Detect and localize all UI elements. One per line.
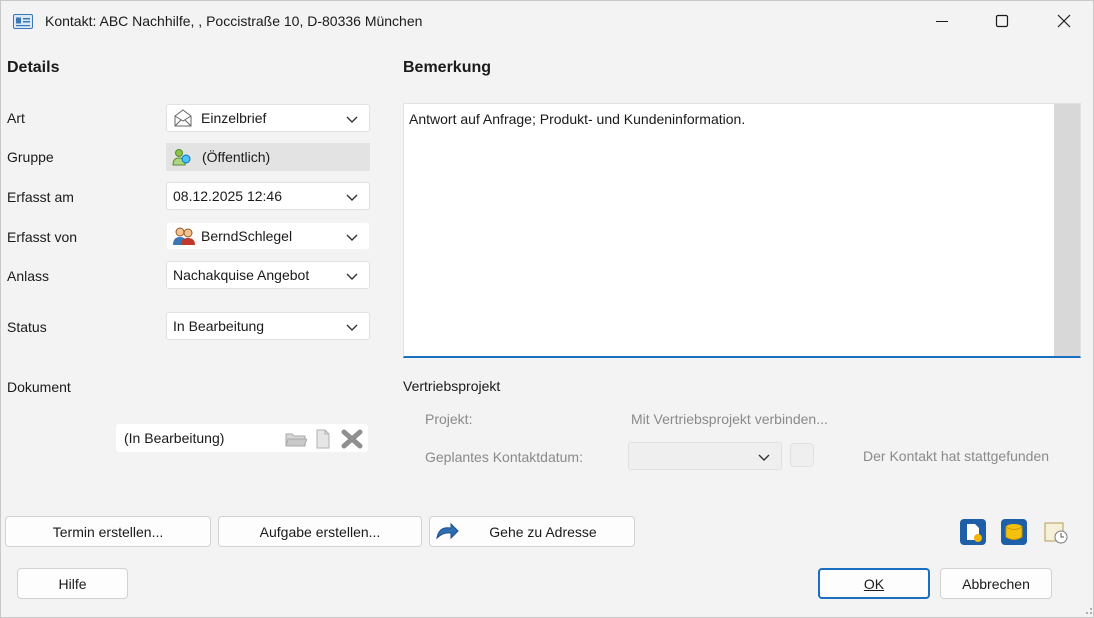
ok-button[interactable]: OK	[818, 568, 930, 599]
art-value: Einzelbrief	[201, 110, 267, 126]
maximize-button[interactable]	[979, 5, 1025, 37]
bemerkung-scrollbar[interactable]	[1054, 104, 1080, 356]
delete-icon[interactable]	[341, 429, 363, 449]
bemerkung-text: Antwort auf Anfrage; Produkt- und Kunden…	[409, 111, 746, 127]
aufgabe-erstellen-button[interactable]: Aufgabe erstellen...	[218, 516, 422, 547]
status-value: In Bearbeitung	[173, 318, 265, 334]
minimize-icon	[936, 21, 948, 22]
gruppe-value: (Öffentlich)	[202, 149, 271, 165]
maximize-icon	[995, 14, 1009, 28]
erfasst-am-label: Erfasst am	[7, 189, 74, 205]
calendar-clock-icon[interactable]	[1042, 518, 1070, 546]
resize-grip-icon[interactable]	[1083, 605, 1093, 615]
gehe-zu-adresse-label: Gehe zu Adresse	[489, 523, 597, 540]
termin-erstellen-button[interactable]: Termin erstellen...	[5, 516, 211, 547]
vertriebsprojekt-heading: Vertriebsprojekt	[403, 378, 501, 394]
chevron-down-icon	[346, 234, 358, 241]
document-icon[interactable]	[315, 429, 331, 449]
chevron-down-icon	[346, 116, 358, 123]
gruppe-field: (Öffentlich)	[166, 143, 370, 171]
minimize-button[interactable]	[919, 5, 965, 37]
erfasst-am-datepicker[interactable]: 08.12.2025 12:46	[166, 182, 370, 210]
anlass-label: Anlass	[7, 268, 50, 284]
kontaktdatum-checkbox[interactable]	[790, 443, 814, 467]
status-combobox[interactable]: In Bearbeitung	[166, 312, 370, 340]
dokument-value: (In Bearbeitung)	[124, 430, 225, 446]
abbrechen-button[interactable]: Abbrechen	[940, 568, 1052, 599]
art-combobox[interactable]: Einzelbrief	[166, 104, 370, 132]
contact-dialog: Kontakt: ABC Nachhilfe, , Poccistraße 10…	[0, 0, 1094, 618]
dokument-label: Dokument	[7, 379, 71, 395]
new-document-icon[interactable]	[959, 518, 987, 546]
hilfe-button[interactable]: Hilfe	[17, 568, 128, 599]
status-label: Status	[7, 319, 47, 335]
gruppe-label: Gruppe	[7, 149, 54, 165]
projekt-label: Projekt:	[425, 411, 473, 427]
details-heading: Details	[7, 59, 60, 76]
dokument-field[interactable]: (In Bearbeitung)	[116, 424, 368, 452]
kontaktdatum-datepicker[interactable]	[628, 442, 782, 470]
chevron-down-icon	[346, 324, 358, 331]
arrow-curve-icon	[436, 522, 459, 540]
anlass-value: Nachakquise Angebot	[173, 267, 310, 283]
window-title: Kontakt: ABC Nachhilfe, , Poccistraße 10…	[45, 13, 423, 29]
gehe-zu-adresse-button[interactable]: Gehe zu Adresse	[429, 516, 635, 547]
erfasst-von-combobox[interactable]: BerndSchlegel	[166, 222, 370, 250]
close-icon	[1057, 14, 1071, 28]
bemerkung-heading: Bemerkung	[403, 59, 492, 76]
art-label: Art	[7, 110, 25, 126]
projekt-connect-link[interactable]: Mit Vertriebsprojekt verbinden...	[631, 411, 828, 427]
stattgefunden-label: Der Kontakt hat stattgefunden	[863, 448, 1050, 464]
chevron-down-icon	[346, 194, 358, 201]
chevron-down-icon	[346, 273, 358, 280]
users-icon	[173, 226, 195, 246]
envelope-icon	[173, 108, 195, 128]
erfasst-von-value: BerndSchlegel	[201, 228, 293, 244]
erfasst-von-label: Erfasst von	[7, 229, 78, 245]
erfasst-am-value: 08.12.2025 12:46	[173, 188, 282, 204]
public-group-icon	[172, 147, 194, 167]
title-bar: Kontakt: ABC Nachhilfe, , Poccistraße 10…	[1, 1, 1094, 41]
contact-card-icon	[13, 14, 33, 29]
anlass-combobox[interactable]: Nachakquise Angebot	[166, 261, 370, 289]
bemerkung-textarea[interactable]: Antwort auf Anfrage; Produkt- und Kunden…	[403, 103, 1081, 358]
kontaktdatum-label: Geplantes Kontaktdatum:	[425, 449, 583, 465]
chevron-down-icon	[758, 454, 770, 461]
close-button[interactable]	[1041, 5, 1087, 37]
database-icon[interactable]	[1000, 518, 1028, 546]
open-folder-icon[interactable]	[285, 430, 307, 448]
